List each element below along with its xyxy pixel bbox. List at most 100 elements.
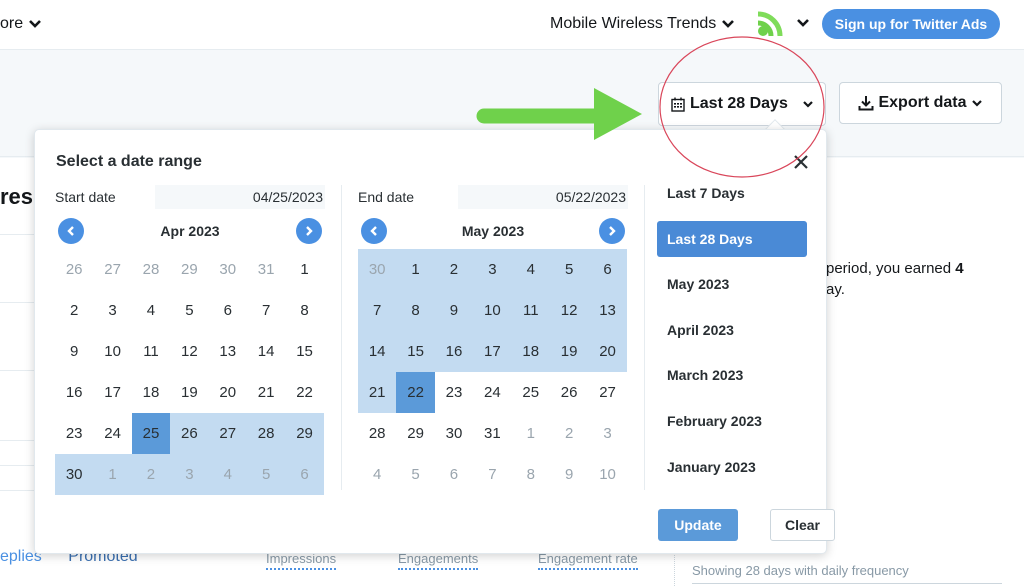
- day-cell[interactable]: 13: [209, 331, 247, 372]
- account-switcher[interactable]: Mobile Wireless Trends: [550, 15, 735, 33]
- day-cell[interactable]: 8: [512, 454, 550, 495]
- preset-option[interactable]: May 2023: [657, 266, 807, 302]
- day-cell[interactable]: 2: [434, 249, 474, 290]
- day-cell[interactable]: 14: [247, 331, 285, 372]
- day-cell[interactable]: 28: [246, 413, 286, 454]
- day-cell[interactable]: 5: [170, 290, 208, 331]
- day-cell[interactable]: 23: [435, 372, 473, 413]
- day-cell[interactable]: 4: [511, 249, 550, 290]
- day-cell[interactable]: 30: [55, 454, 94, 495]
- day-cell-selected[interactable]: 25: [131, 413, 171, 454]
- day-cell[interactable]: 19: [170, 372, 208, 413]
- day-cell[interactable]: 10: [93, 331, 131, 372]
- day-cell[interactable]: 20: [588, 331, 627, 372]
- day-cell[interactable]: 26: [55, 249, 93, 290]
- day-cell[interactable]: 30: [435, 413, 473, 454]
- day-cell[interactable]: 28: [132, 249, 170, 290]
- signup-twitter-ads-button[interactable]: Sign up for Twitter Ads: [822, 9, 1000, 39]
- day-cell[interactable]: 30: [358, 249, 397, 290]
- day-cell[interactable]: 6: [435, 454, 473, 495]
- prev-month-button[interactable]: [361, 218, 387, 244]
- day-cell[interactable]: 21: [358, 372, 397, 413]
- day-cell[interactable]: 16: [55, 372, 93, 413]
- day-cell[interactable]: 15: [396, 331, 435, 372]
- day-cell[interactable]: 24: [93, 413, 131, 454]
- day-cell[interactable]: 28: [358, 413, 396, 454]
- day-cell[interactable]: 5: [246, 454, 286, 495]
- day-cell[interactable]: 29: [285, 413, 324, 454]
- prev-month-button[interactable]: [58, 218, 84, 244]
- day-cell[interactable]: 5: [549, 249, 589, 290]
- day-cell[interactable]: 11: [132, 331, 170, 372]
- start-date-input[interactable]: [155, 185, 325, 209]
- day-cell[interactable]: 7: [358, 290, 397, 331]
- day-cell[interactable]: 20: [209, 372, 247, 413]
- day-cell[interactable]: 31: [473, 413, 511, 454]
- day-cell[interactable]: 9: [55, 331, 93, 372]
- day-cell[interactable]: 4: [208, 454, 247, 495]
- day-cell[interactable]: 26: [170, 413, 209, 454]
- day-cell[interactable]: 6: [209, 290, 247, 331]
- day-cell[interactable]: 10: [473, 290, 512, 331]
- day-cell[interactable]: 3: [170, 454, 209, 495]
- day-cell[interactable]: 9: [550, 454, 588, 495]
- day-cell[interactable]: 25: [512, 372, 550, 413]
- day-cell[interactable]: 14: [358, 331, 397, 372]
- day-cell[interactable]: 27: [588, 372, 626, 413]
- update-button[interactable]: Update: [658, 509, 738, 541]
- day-cell[interactable]: 5: [396, 454, 434, 495]
- day-cell[interactable]: 29: [170, 249, 208, 290]
- day-cell[interactable]: 4: [358, 454, 396, 495]
- day-cell[interactable]: 18: [132, 372, 170, 413]
- day-cell[interactable]: 7: [473, 454, 511, 495]
- day-cell[interactable]: 17: [93, 372, 131, 413]
- day-cell[interactable]: 2: [550, 413, 588, 454]
- day-cell[interactable]: 1: [285, 249, 323, 290]
- day-cell[interactable]: 16: [434, 331, 474, 372]
- day-cell[interactable]: 23: [55, 413, 93, 454]
- day-cell[interactable]: 19: [549, 331, 589, 372]
- day-cell[interactable]: 24: [473, 372, 511, 413]
- day-cell[interactable]: 29: [396, 413, 434, 454]
- day-cell[interactable]: 27: [208, 413, 247, 454]
- day-cell[interactable]: 4: [132, 290, 170, 331]
- preset-option[interactable]: February 2023: [657, 403, 807, 439]
- preset-option[interactable]: January 2023: [657, 449, 807, 485]
- day-cell[interactable]: 13: [588, 290, 627, 331]
- day-cell[interactable]: 3: [588, 413, 626, 454]
- day-cell[interactable]: 11: [511, 290, 550, 331]
- day-cell[interactable]: 1: [396, 249, 435, 290]
- day-cell[interactable]: 27: [93, 249, 131, 290]
- day-cell[interactable]: 8: [396, 290, 435, 331]
- next-month-button[interactable]: [296, 218, 322, 244]
- day-cell[interactable]: 1: [512, 413, 550, 454]
- day-cell[interactable]: 18: [511, 331, 550, 372]
- day-cell[interactable]: 17: [473, 331, 512, 372]
- day-cell[interactable]: 3: [93, 290, 131, 331]
- day-cell[interactable]: 10: [588, 454, 626, 495]
- preset-option[interactable]: Last 28 Days: [657, 220, 807, 257]
- day-cell[interactable]: 30: [209, 249, 247, 290]
- preset-option[interactable]: March 2023: [657, 357, 807, 393]
- chevron-down-icon[interactable]: [796, 18, 810, 28]
- day-cell[interactable]: 26: [550, 372, 588, 413]
- day-cell[interactable]: 15: [285, 331, 323, 372]
- day-cell[interactable]: 3: [473, 249, 512, 290]
- day-cell[interactable]: 22: [285, 372, 323, 413]
- end-date-input[interactable]: [458, 185, 628, 209]
- day-cell[interactable]: 2: [131, 454, 171, 495]
- day-cell[interactable]: 2: [55, 290, 93, 331]
- day-cell[interactable]: 1: [93, 454, 132, 495]
- day-cell[interactable]: 9: [434, 290, 474, 331]
- day-cell[interactable]: 31: [247, 249, 285, 290]
- day-cell[interactable]: 7: [247, 290, 285, 331]
- day-cell[interactable]: 6: [285, 454, 324, 495]
- preset-option[interactable]: April 2023: [657, 312, 807, 348]
- export-data-button[interactable]: Export data: [839, 82, 1002, 124]
- clear-button[interactable]: Clear: [770, 509, 835, 541]
- day-cell-selected[interactable]: 22: [396, 372, 435, 413]
- day-cell[interactable]: 12: [549, 290, 589, 331]
- day-cell[interactable]: 12: [170, 331, 208, 372]
- day-cell[interactable]: 8: [285, 290, 323, 331]
- day-cell[interactable]: 21: [247, 372, 285, 413]
